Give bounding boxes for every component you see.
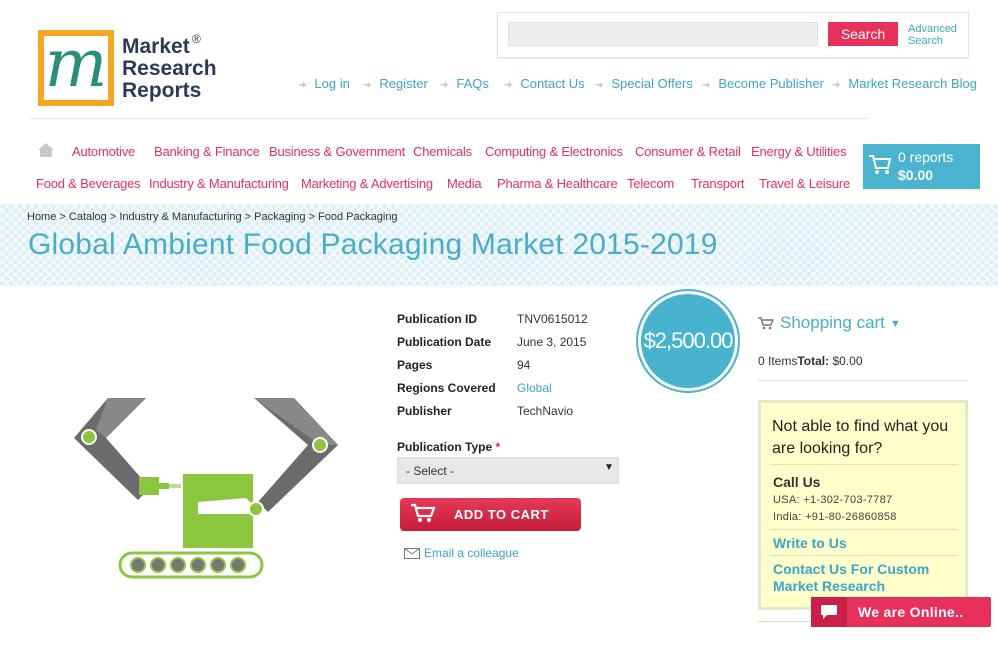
- logo-line-3: Reports: [122, 79, 202, 102]
- category-travel-leisure[interactable]: Travel & Leisure: [759, 176, 850, 191]
- arrow-right-icon: ➔: [504, 80, 513, 91]
- arrow-right-icon: ➔: [595, 80, 604, 91]
- publication-type-label: Publication Type *: [397, 440, 500, 454]
- category-media[interactable]: Media: [447, 176, 482, 191]
- top-link-faqs[interactable]: ➔ FAQs: [440, 76, 489, 91]
- help-divider: [770, 464, 958, 465]
- top-link-become-publisher[interactable]: ➔ Become Publisher: [702, 76, 824, 91]
- email-icon: [404, 548, 420, 559]
- top-link-blog[interactable]: ➔ Market Research Blog: [832, 76, 977, 91]
- detail-label-regions: Regions Covered: [397, 381, 496, 395]
- top-link-label: Market Research Blog: [848, 76, 978, 91]
- shopping-cart-icon: [758, 317, 774, 330]
- logo-letter: m: [44, 25, 108, 102]
- add-to-cart-label: ADD TO CART: [454, 507, 549, 522]
- advanced-search-link[interactable]: Advanced Search: [908, 23, 964, 47]
- category-pharma-healthcare[interactable]: Pharma & Healthcare: [497, 176, 618, 191]
- detail-value-publication-date: June 3, 2015: [517, 335, 587, 349]
- category-automotive[interactable]: Automotive: [72, 144, 135, 159]
- detail-value-pages: 94: [517, 358, 531, 372]
- sidebar-divider: [758, 380, 968, 381]
- header-cart-count: 0 reports: [898, 149, 954, 165]
- detail-label-publisher: Publisher: [397, 404, 452, 418]
- arrow-right-icon: ➔: [702, 80, 711, 91]
- phone-india: India: +91-80-26860858: [773, 511, 897, 523]
- help-divider: [770, 555, 958, 556]
- logo-registered-mark: ®: [192, 32, 201, 46]
- detail-value-regions-link[interactable]: Global: [517, 381, 552, 395]
- chevron-down-icon[interactable]: ▼: [890, 318, 901, 330]
- advanced-search-line-2: Search: [908, 35, 943, 47]
- arrow-right-icon: ➔: [832, 80, 841, 91]
- write-to-us-link[interactable]: Write to Us: [773, 535, 847, 551]
- logo-text[interactable]: Market Research Reports: [122, 36, 217, 102]
- home-icon[interactable]: [37, 142, 55, 158]
- help-divider: [770, 529, 958, 530]
- required-marker: *: [495, 440, 501, 454]
- top-link-label: Special Offers: [611, 76, 693, 91]
- chat-bubble-icon: [821, 605, 837, 619]
- top-link-login[interactable]: ➔ Log in: [298, 76, 350, 91]
- top-link-special-offers[interactable]: ➔ Special Offers: [595, 76, 693, 91]
- category-energy-utilities[interactable]: Energy & Utilities: [751, 144, 847, 159]
- dropdown-arrow-icon: ▼: [604, 462, 614, 473]
- detail-label-publication-date: Publication Date: [397, 335, 492, 349]
- header-divider: [30, 118, 868, 119]
- advanced-search-line-1: Advanced: [908, 23, 957, 35]
- arrow-right-icon: ➔: [298, 80, 307, 91]
- detail-label-pages: Pages: [397, 358, 433, 372]
- search-button[interactable]: Search: [828, 22, 898, 46]
- top-link-register[interactable]: ➔ Register: [363, 76, 428, 91]
- shopping-cart-title[interactable]: Shopping cart: [780, 313, 885, 333]
- logo-line-2: Research: [122, 57, 217, 80]
- cart-total-label: Total:: [797, 354, 830, 368]
- cart-icon: [411, 503, 436, 522]
- search-input[interactable]: [508, 22, 818, 46]
- category-banking-finance[interactable]: Banking & Finance: [154, 144, 260, 159]
- cart-items-count: 0 Items: [758, 354, 798, 368]
- category-computing-electronics[interactable]: Computing & Electronics: [485, 144, 623, 159]
- top-link-label: Log in: [314, 76, 350, 91]
- top-link-label: Become Publisher: [718, 76, 824, 91]
- custom-research-link[interactable]: Contact Us For Custom Market Research: [773, 561, 963, 595]
- detail-label-publication-id: Publication ID: [397, 312, 478, 326]
- breadcrumb[interactable]: Home > Catalog > Industry & Manufacturin…: [27, 211, 398, 223]
- category-marketing-advertising[interactable]: Marketing & Advertising: [301, 176, 433, 191]
- category-telecom[interactable]: Telecom: [627, 176, 674, 191]
- call-us-heading: Call Us: [773, 474, 821, 490]
- shopping-cart-summary: 0 ItemsTotal: $0.00: [758, 354, 863, 368]
- category-business-government[interactable]: Business & Government: [269, 144, 405, 159]
- email-colleague-link[interactable]: Email a colleague: [424, 546, 519, 560]
- price-text: $2,500.00: [643, 328, 734, 353]
- publication-type-select[interactable]: - Select -: [397, 457, 619, 484]
- top-link-label: FAQs: [456, 76, 489, 91]
- phone-usa: USA: +1-302-703-7787: [773, 494, 893, 506]
- top-link-label: Register: [379, 76, 428, 91]
- arrow-right-icon: ➔: [363, 80, 372, 91]
- category-industry-manufacturing[interactable]: Industry & Manufacturing: [149, 176, 289, 191]
- logo-line-1: Market: [122, 35, 190, 58]
- category-transport[interactable]: Transport: [691, 176, 745, 191]
- cart-icon: [869, 155, 892, 174]
- arrow-right-icon: ➔: [440, 80, 449, 91]
- top-link-label: Contact Us: [520, 76, 585, 91]
- product-illustration: [74, 398, 338, 579]
- header-cart-total: $0.00: [898, 167, 934, 183]
- page-title: Global Ambient Food Packaging Market 201…: [28, 228, 718, 261]
- live-chat-label: We are Online..: [858, 604, 964, 620]
- detail-value-publication-id: TNV0615012: [517, 312, 588, 326]
- category-chemicals[interactable]: Chemicals: [413, 144, 472, 159]
- top-link-contact-us[interactable]: ➔ Contact Us: [504, 76, 585, 91]
- category-consumer-retail[interactable]: Consumer & Retail: [635, 144, 741, 159]
- help-title: Not able to find what you are looking fo…: [772, 418, 949, 457]
- category-food-beverages[interactable]: Food & Beverages: [36, 176, 141, 191]
- cart-total-value: $0.00: [832, 354, 863, 368]
- publication-type-label-text: Publication Type: [397, 440, 493, 454]
- detail-value-publisher: TechNavio: [517, 404, 574, 418]
